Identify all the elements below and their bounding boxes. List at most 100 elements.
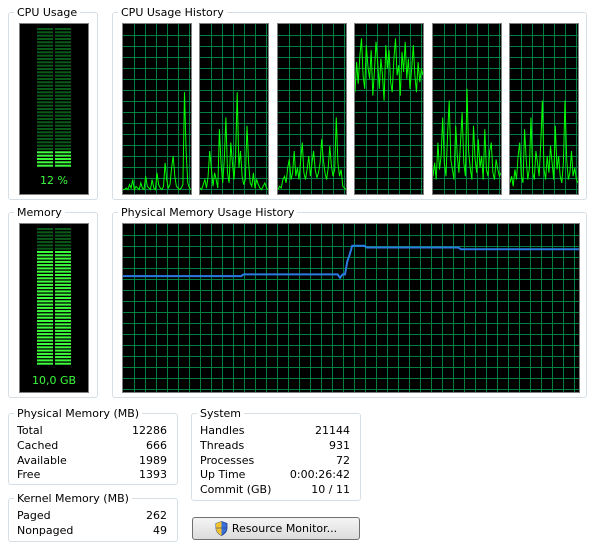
cpu-meter-segment xyxy=(37,151,53,154)
memory-meter-segment xyxy=(55,339,71,342)
cpu-core-graph xyxy=(199,23,269,195)
memory-meter-segment xyxy=(55,356,71,359)
memory-meter-segment xyxy=(55,287,71,290)
cpu-meter-segment xyxy=(37,51,53,54)
stat-value: 49 xyxy=(153,524,167,537)
cpu-meter-segment xyxy=(55,118,71,120)
cpu-usage-value: 12 % xyxy=(40,174,68,187)
memory-meter-segment xyxy=(55,277,71,280)
cpu-core-graph xyxy=(277,23,347,195)
memory-meter-segment xyxy=(37,231,53,234)
cpu-meter-segment xyxy=(55,61,71,64)
cpu-meter-segment xyxy=(37,161,53,164)
cpu-core-graph xyxy=(432,23,502,195)
memory-meter-segment xyxy=(37,300,53,303)
memory-meter-segment xyxy=(55,264,71,267)
memory-meter-segment xyxy=(37,267,53,270)
stat-value: 1393 xyxy=(139,468,167,481)
memory-meter: 10,0 GB xyxy=(19,223,89,393)
cpu-meter-segment xyxy=(55,128,71,130)
memory-meter-segment xyxy=(37,310,53,313)
memory-meter-segment xyxy=(55,267,71,270)
cpu-meter-segment xyxy=(55,81,71,84)
cpu-meter-segment xyxy=(37,164,53,167)
memory-history-group: Physical Memory Usage History xyxy=(112,206,587,398)
stat-row-available: Available 1989 xyxy=(17,453,167,468)
stat-row-free: Free 1393 xyxy=(17,467,167,482)
memory-meter-segment xyxy=(37,356,53,359)
cpu-meter-segment xyxy=(37,144,53,147)
memory-meter-segment xyxy=(37,349,53,352)
graph-grid xyxy=(278,24,346,194)
memory-history-graph xyxy=(122,223,580,393)
stat-label: Commit (GB) xyxy=(200,483,272,496)
resource-monitor-button[interactable]: Resource Monitor... xyxy=(192,517,360,540)
cpu-meter-segment xyxy=(37,118,53,120)
stat-row-cached: Cached 666 xyxy=(17,438,167,453)
cpu-meter-segment xyxy=(55,101,71,104)
cpu-meter-segment xyxy=(55,104,71,107)
memory-meter-segment xyxy=(55,359,71,362)
memory-meter-segment xyxy=(55,274,71,276)
memory-meter-segment xyxy=(55,254,71,257)
cpu-meter-segment xyxy=(37,88,53,90)
cpu-meter-segment xyxy=(55,154,71,157)
memory-meter-segment xyxy=(37,283,53,286)
memory-meter-segment xyxy=(55,237,71,240)
cpu-core-plot xyxy=(200,24,268,194)
stat-row-total: Total 12286 xyxy=(17,423,167,438)
cpu-meter-segment xyxy=(37,114,53,117)
stat-row-uptime: Up Time 0:00:26:42 xyxy=(200,467,350,482)
cpu-meter-segment xyxy=(37,38,53,40)
memory-meter-segment xyxy=(55,251,71,253)
cpu-meter-segment xyxy=(37,61,53,64)
memory-meter-segment xyxy=(37,333,53,336)
memory-group: Memory 10,0 GB xyxy=(8,206,98,398)
cpu-meter-segment xyxy=(55,34,71,37)
stat-value: 262 xyxy=(146,509,167,522)
memory-meter-segment xyxy=(55,362,71,365)
system-title: System xyxy=(197,407,245,420)
cpu-usage-group: CPU Usage 12 % xyxy=(8,6,98,200)
cpu-meter-segment xyxy=(37,141,53,144)
system-group: System Handles 21144 Threads 931 Processes… xyxy=(191,407,361,501)
stat-value: 72 xyxy=(336,454,350,467)
cpu-core-graph xyxy=(509,23,579,195)
memory-meter-segment xyxy=(37,320,53,322)
cpu-meter-segment xyxy=(55,144,71,147)
memory-meter-segment xyxy=(55,244,71,247)
memory-meter-segment xyxy=(37,323,53,326)
cpu-meter-segment xyxy=(55,71,71,74)
cpu-meter-segment xyxy=(37,138,53,140)
cpu-meter-segment xyxy=(55,114,71,117)
cpu-meter-segment xyxy=(55,68,71,70)
cpu-meter-segment xyxy=(55,38,71,40)
memory-meter-segment xyxy=(55,320,71,322)
memory-meter-segment xyxy=(37,329,53,332)
memory-meter-segment xyxy=(37,343,53,345)
memory-meter-segment xyxy=(55,336,71,339)
memory-meter-segment xyxy=(37,277,53,280)
cpu-meter-segment xyxy=(37,68,53,70)
resource-monitor-label: Resource Monitor... xyxy=(231,522,338,535)
cpu-meter-segment xyxy=(37,121,53,124)
memory-meter-segment xyxy=(55,228,71,230)
memory-meter-segment xyxy=(55,352,71,355)
stat-value: 21144 xyxy=(315,424,350,437)
stat-label: Free xyxy=(17,468,41,481)
cpu-meter-segment xyxy=(55,138,71,140)
cpu-meter-segment xyxy=(55,54,71,57)
memory-meter-segment xyxy=(37,306,53,309)
graph-grid xyxy=(200,24,268,194)
cpu-meter-segment xyxy=(55,48,71,50)
cpu-meter-segment xyxy=(55,84,71,87)
memory-meter-segment xyxy=(37,234,53,237)
stat-value: 666 xyxy=(146,439,167,452)
memory-meter-segment xyxy=(37,237,53,240)
memory-meter-segment xyxy=(37,359,53,362)
memory-meter-segment xyxy=(37,290,53,293)
memory-meter-segment xyxy=(37,313,53,316)
cpu-meter-segment xyxy=(37,54,53,57)
cpu-meter-segment xyxy=(55,161,71,164)
cpu-meter-segment xyxy=(37,58,53,60)
